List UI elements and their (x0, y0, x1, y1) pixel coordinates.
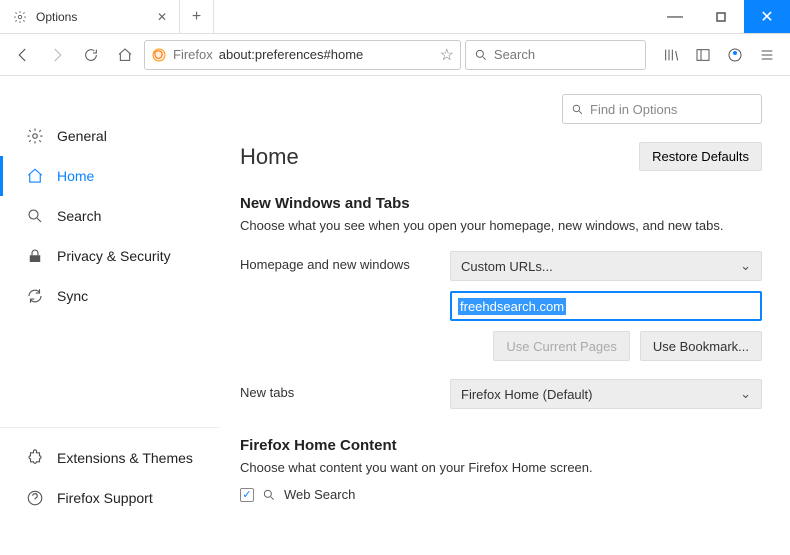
sidebar-item-label: Sync (57, 288, 88, 304)
tab-options[interactable]: Options ✕ (0, 0, 180, 33)
home-button[interactable] (110, 40, 140, 70)
reload-button[interactable] (76, 40, 106, 70)
chevron-down-icon: ⌄ (740, 386, 751, 402)
identity-label: Firefox (173, 47, 213, 62)
use-current-pages-button: Use Current Pages (493, 331, 630, 361)
titlebar: Options ✕ + — ✕ (0, 0, 790, 34)
sidebar-item-label: Firefox Support (57, 490, 153, 506)
button-label: Use Bookmark... (653, 339, 749, 354)
url-text: about:preferences#home (219, 47, 364, 62)
select-value: Custom URLs... (461, 259, 553, 274)
sidebar-button[interactable] (688, 40, 718, 70)
puzzle-icon (25, 448, 45, 468)
sidebar-item-sync[interactable]: Sync (0, 276, 220, 316)
library-button[interactable] (656, 40, 686, 70)
main-panel: Find in Options Home Restore Defaults Ne… (220, 76, 790, 528)
homepage-label: Homepage and new windows (240, 251, 450, 361)
new-tab-button[interactable]: + (180, 0, 214, 33)
nav-toolbar: Firefox about:preferences#home ☆ Search (0, 34, 790, 76)
sidebar-item-privacy[interactable]: Privacy & Security (0, 236, 220, 276)
close-window-button[interactable]: ✕ (744, 0, 790, 33)
newtabs-select[interactable]: Firefox Home (Default) ⌄ (450, 379, 762, 409)
section-firefox-home-content: Firefox Home Content (240, 437, 762, 454)
gear-icon (12, 9, 28, 25)
maximize-button[interactable] (698, 0, 744, 33)
select-value: Firefox Home (Default) (461, 387, 592, 402)
websearch-label: Web Search (284, 487, 355, 502)
section2-desc: Choose what content you want on your Fir… (240, 460, 762, 475)
minimize-button[interactable]: — (652, 0, 698, 33)
window-controls: — ✕ (652, 0, 790, 33)
account-button[interactable] (720, 40, 750, 70)
search-icon (25, 206, 45, 226)
homepage-url-value: freehdsearch.com (458, 298, 566, 315)
close-icon[interactable]: ✕ (157, 10, 167, 24)
home-icon (25, 166, 45, 186)
forward-button (42, 40, 72, 70)
url-bar[interactable]: Firefox about:preferences#home ☆ (144, 40, 461, 70)
websearch-checkbox[interactable]: ✓ (240, 488, 254, 502)
section-desc: Choose what you see when you open your h… (240, 218, 762, 233)
menu-button[interactable] (752, 40, 782, 70)
sidebar-item-label: General (57, 128, 107, 144)
homepage-select[interactable]: Custom URLs... ⌄ (450, 251, 762, 281)
bookmark-star-icon[interactable]: ☆ (440, 45, 454, 65)
newtabs-label: New tabs (240, 379, 450, 409)
search-icon (262, 488, 276, 502)
help-icon (25, 488, 45, 508)
sidebar-item-label: Search (57, 208, 101, 224)
section-new-windows-tabs: New Windows and Tabs (240, 195, 762, 212)
homepage-url-input[interactable]: freehdsearch.com (450, 291, 762, 321)
sidebar-item-home[interactable]: Home (0, 156, 220, 196)
sidebar-item-label: Home (57, 168, 94, 184)
sidebar-item-search[interactable]: Search (0, 196, 220, 236)
page-title: Home (240, 144, 299, 170)
tab-title: Options (36, 10, 77, 24)
sidebar: General Home Search Privacy & Security (0, 76, 220, 528)
firefox-icon (151, 47, 167, 63)
chevron-down-icon: ⌄ (740, 258, 751, 274)
search-icon (571, 103, 584, 116)
sidebar-item-support[interactable]: Firefox Support (0, 478, 220, 518)
sync-icon (25, 286, 45, 306)
restore-defaults-button[interactable]: Restore Defaults (639, 142, 762, 171)
gear-icon (25, 126, 45, 146)
button-label: Use Current Pages (506, 339, 617, 354)
search-bar[interactable]: Search (465, 40, 646, 70)
search-placeholder: Search (494, 47, 535, 62)
find-in-options[interactable]: Find in Options (562, 94, 762, 124)
find-placeholder: Find in Options (590, 102, 677, 117)
lock-icon (25, 246, 45, 266)
sidebar-item-label: Privacy & Security (57, 248, 171, 264)
sidebar-item-label: Extensions & Themes (57, 450, 193, 466)
sidebar-item-extensions[interactable]: Extensions & Themes (0, 438, 220, 478)
back-button[interactable] (8, 40, 38, 70)
search-icon (474, 48, 488, 62)
sidebar-item-general[interactable]: General (0, 116, 220, 156)
use-bookmark-button[interactable]: Use Bookmark... (640, 331, 762, 361)
